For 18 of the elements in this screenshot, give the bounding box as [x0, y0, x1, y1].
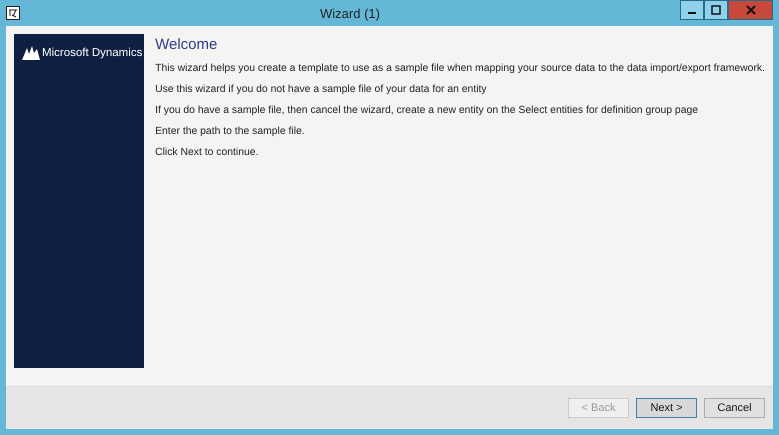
close-button[interactable] [728, 0, 773, 20]
brand-name: Microsoft Dynamics [42, 47, 142, 59]
app-icon [6, 6, 20, 20]
window-title: Wizard (1) [319, 6, 381, 20]
paragraph: If you do have a sample file, then cancel the wizard, create a new entity on the Select entities for definition group page [155, 104, 700, 117]
paragraph: Click Next to continue. [155, 146, 260, 159]
wizard-button[interactable]: Cancel [704, 398, 765, 418]
maximize-icon [711, 5, 721, 15]
page-heading: Welcome [155, 36, 218, 53]
paragraph: This wizard helps you create a template to use as a sample file when mapping your source data to the data import/export framework. [155, 62, 765, 75]
logo-icon [22, 46, 40, 60]
wizard-button[interactable]: Next > [636, 398, 697, 418]
minimize-icon [688, 12, 696, 14]
close-icon [746, 5, 756, 15]
maximize-button[interactable] [704, 0, 728, 20]
paragraph: Enter the path to the sample file. [155, 125, 306, 138]
minimize-button[interactable] [680, 0, 704, 20]
paragraph: Use this wizard if you do not have a sample file of your data for an entity [155, 83, 488, 96]
